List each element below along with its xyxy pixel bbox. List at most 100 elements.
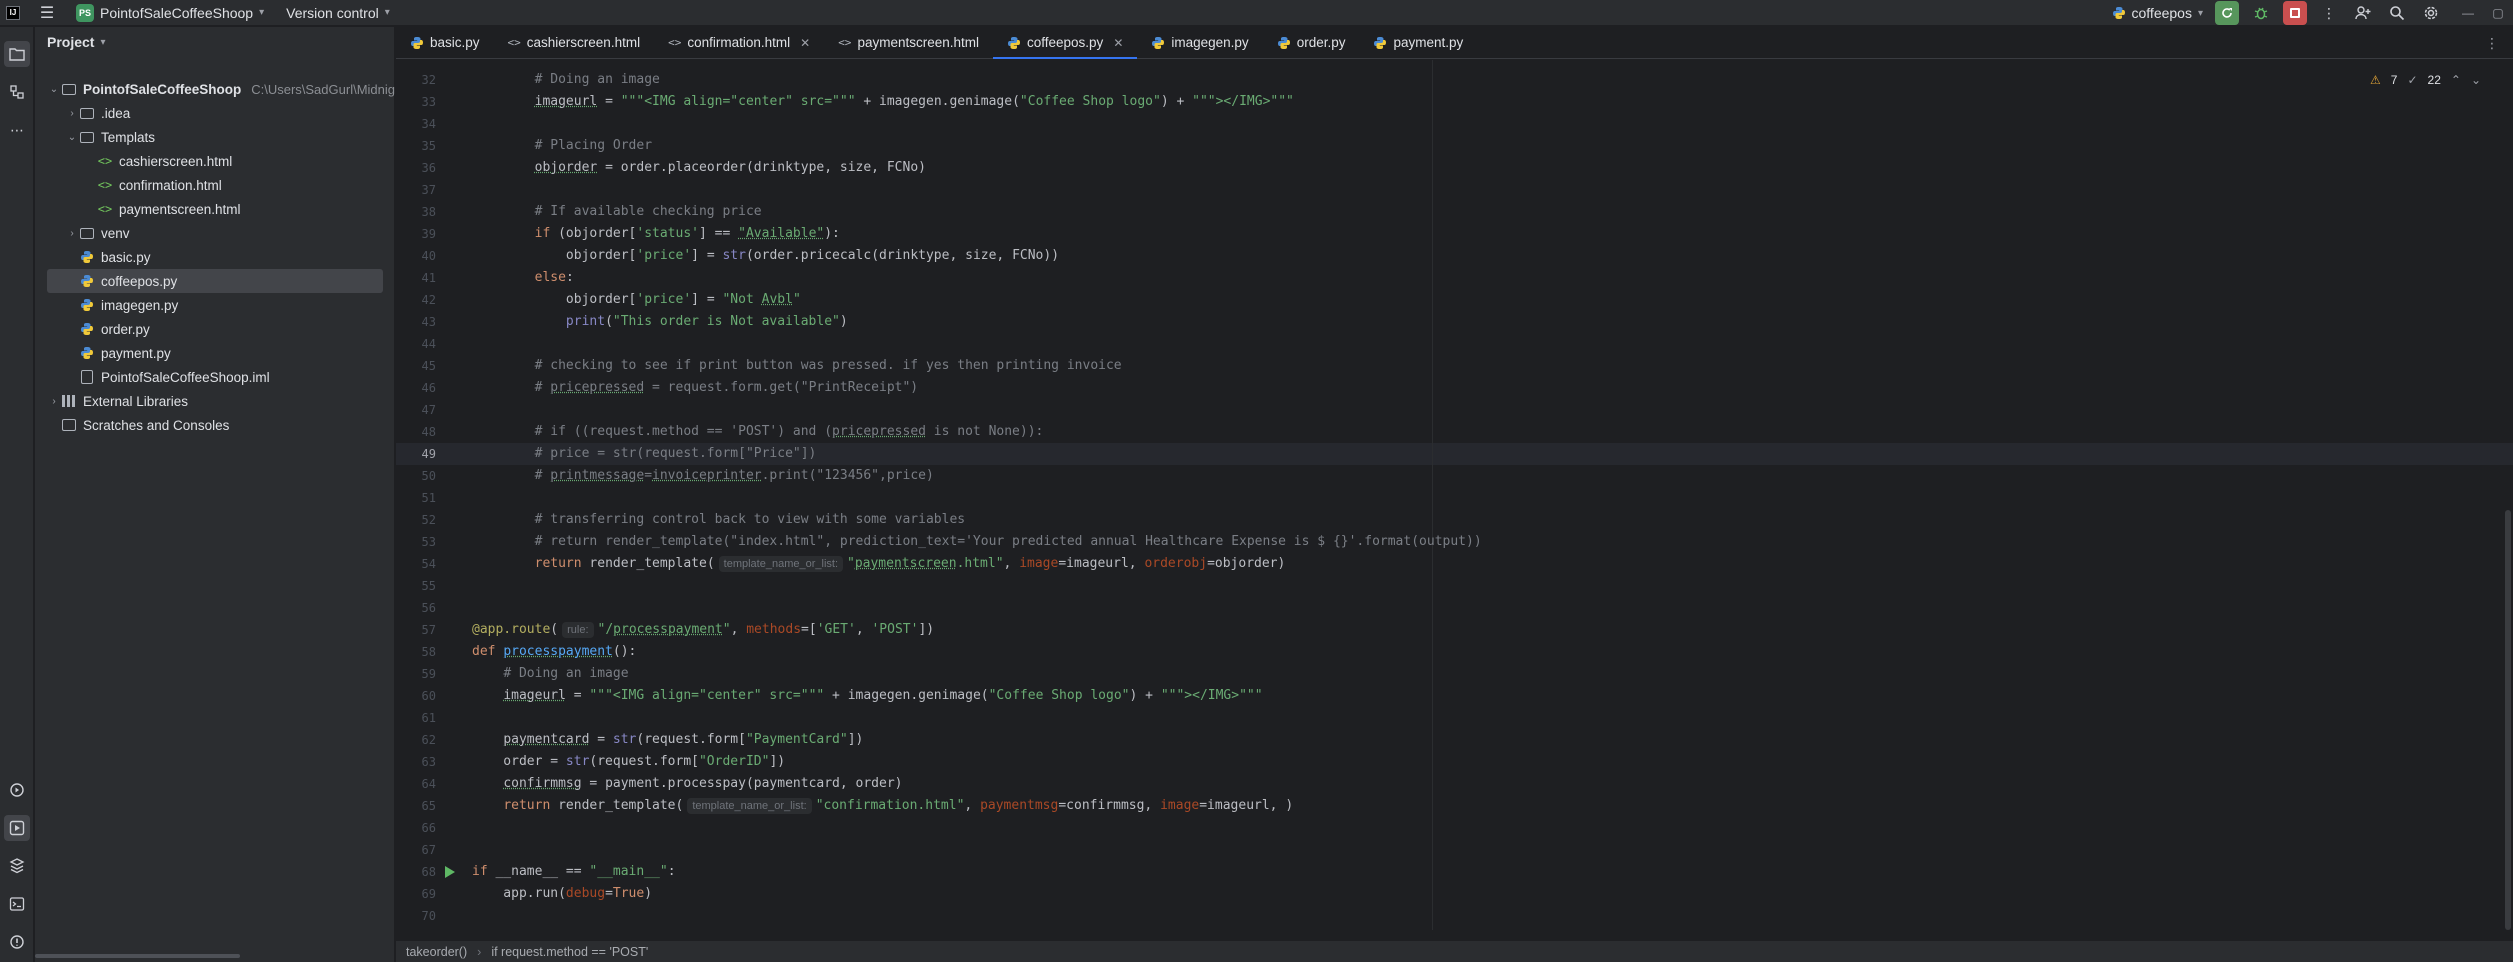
editor-tab[interactable]: <> confirmation.html ✕ (654, 27, 824, 58)
code-line[interactable]: return render_template(template_name_or_… (472, 553, 2492, 575)
chevron-right-icon[interactable]: › (65, 228, 79, 239)
structure-tool-icon[interactable] (4, 79, 30, 105)
debug-button[interactable] (2249, 1, 2273, 25)
code-line[interactable]: # if ((request.method == 'POST') and (pr… (472, 421, 2492, 443)
line-number[interactable]: 63 (396, 751, 436, 773)
chevron-down-icon[interactable]: ⌄ (65, 132, 79, 143)
line-number[interactable]: 57 (396, 619, 436, 641)
line-number[interactable]: 35 (396, 135, 436, 157)
tree-item[interactable]: <> confirmation.html (35, 173, 395, 197)
tree-item[interactable]: order.py (35, 317, 395, 341)
run-tool-icon[interactable] (4, 815, 30, 841)
editor-tab[interactable]: coffeepos.py ✕ (993, 27, 1138, 59)
tree-item[interactable]: ⌄ Templats (35, 125, 395, 149)
run-gutter-icon[interactable] (445, 866, 455, 878)
code-line[interactable] (472, 839, 2492, 861)
tree-item[interactable]: payment.py (35, 341, 395, 365)
tree-item[interactable]: Scratches and Consoles (35, 413, 395, 437)
tree-item[interactable]: › .idea (35, 101, 395, 125)
code-line[interactable]: # Doing an image (472, 663, 2492, 685)
vertical-scrollbar[interactable] (2505, 510, 2511, 930)
code-line[interactable]: imageurl = """<IMG align="center" src=""… (472, 91, 2492, 113)
project-tool-icon[interactable] (4, 41, 30, 67)
code-line[interactable] (472, 179, 2492, 201)
chevron-right-icon[interactable]: › (65, 108, 79, 119)
code-line[interactable]: else: (472, 267, 2492, 289)
editor-tab[interactable]: <> paymentscreen.html (824, 27, 993, 58)
code-line[interactable]: paymentcard = str(request.form["PaymentC… (472, 729, 2492, 751)
line-number[interactable]: 36 (396, 157, 436, 179)
tree-item[interactable]: <> cashierscreen.html (35, 149, 395, 173)
code-line[interactable]: # Placing Order (472, 135, 2492, 157)
line-number[interactable]: 67 (396, 839, 436, 861)
line-number[interactable]: 50 (396, 465, 436, 487)
code-line[interactable] (472, 575, 2492, 597)
gear-icon[interactable] (2419, 1, 2443, 25)
code-line[interactable]: # pricepressed = request.form.get("Print… (472, 377, 2492, 399)
line-number[interactable]: 58 (396, 641, 436, 663)
close-icon[interactable]: ✕ (800, 36, 810, 50)
editor-tab[interactable]: order.py (1263, 27, 1360, 58)
code-line[interactable]: order = str(request.form["OrderID"]) (472, 751, 2492, 773)
code-line[interactable]: confirmmsg = payment.processpay(paymentc… (472, 773, 2492, 795)
line-number[interactable]: 46 (396, 377, 436, 399)
code-line[interactable]: objorder = order.placeorder(drinktype, s… (472, 157, 2492, 179)
line-number[interactable]: 59 (396, 663, 436, 685)
editor-tab[interactable]: basic.py (396, 27, 494, 58)
tree-item[interactable]: PointofSaleCoffeeShoop.iml (35, 365, 395, 389)
code-line[interactable] (472, 113, 2492, 135)
line-number[interactable]: 39 (396, 223, 436, 245)
line-number[interactable]: 60 (396, 685, 436, 707)
line-number[interactable]: 68 (396, 861, 436, 883)
tree-item[interactable]: coffeepos.py (47, 269, 383, 293)
line-number[interactable]: 48 (396, 421, 436, 443)
code-line[interactable]: objorder['price'] = str(order.pricecalc(… (472, 245, 2492, 267)
tree-item[interactable]: basic.py (35, 245, 395, 269)
editor-tab[interactable]: payment.py (1359, 27, 1477, 58)
code-line[interactable]: if __name__ == "__main__": (472, 861, 2492, 883)
line-number[interactable]: 62 (396, 729, 436, 751)
code-line[interactable]: # price = str(request.form["Price"]) (472, 443, 2492, 465)
more-tools-icon[interactable]: ⋯ (4, 117, 30, 143)
code-line[interactable]: # checking to see if print button was pr… (472, 355, 2492, 377)
rerun-button[interactable] (2215, 1, 2239, 25)
more-actions-icon[interactable]: ⋮ (2317, 1, 2341, 25)
code-line[interactable] (472, 487, 2492, 509)
code-line[interactable]: print("This order is Not available") (472, 311, 2492, 333)
line-number[interactable]: 38 (396, 201, 436, 223)
line-number[interactable]: 37 (396, 179, 436, 201)
search-icon[interactable] (2385, 1, 2409, 25)
close-icon[interactable]: ✕ (1113, 36, 1123, 50)
main-menu-icon[interactable]: ☰ (34, 0, 60, 26)
chevron-down-icon[interactable]: ⌄ (47, 84, 61, 95)
tree-item[interactable]: › External Libraries (35, 389, 395, 413)
restore-icon[interactable]: ▢ (2483, 6, 2513, 20)
add-user-icon[interactable] (2351, 1, 2375, 25)
code-line[interactable]: def processpayment(): (472, 641, 2492, 663)
line-number[interactable]: 65 (396, 795, 436, 817)
project-switcher[interactable]: PS PointofSaleCoffeeShoop ▾ (72, 2, 268, 24)
line-number[interactable]: 56 (396, 597, 436, 619)
breadcrumb-function[interactable]: takeorder() (406, 945, 467, 959)
line-number[interactable]: 54 (396, 553, 436, 575)
problems-icon[interactable] (4, 929, 30, 955)
code-line[interactable] (472, 333, 2492, 355)
version-control-menu[interactable]: Version control ▾ (286, 5, 390, 21)
terminal-icon[interactable] (4, 891, 30, 917)
editor-tab[interactable]: imagegen.py (1137, 27, 1262, 58)
line-number[interactable]: 34 (396, 113, 436, 135)
code-line[interactable] (472, 399, 2492, 421)
tree-item[interactable]: › venv (35, 221, 395, 245)
line-number[interactable]: 44 (396, 333, 436, 355)
editor-tab[interactable]: <> cashierscreen.html (494, 27, 655, 58)
line-number[interactable]: 32 (396, 69, 436, 91)
code-line[interactable]: # If available checking price (472, 201, 2492, 223)
code-line[interactable] (472, 817, 2492, 839)
code-line[interactable] (472, 597, 2492, 619)
line-number[interactable]: 51 (396, 487, 436, 509)
line-number[interactable]: 66 (396, 817, 436, 839)
code-line[interactable]: # transferring control back to view with… (472, 509, 2492, 531)
line-number[interactable]: 53 (396, 531, 436, 553)
horizontal-scrollbar[interactable] (35, 954, 240, 958)
services-tool-icon[interactable] (4, 777, 30, 803)
